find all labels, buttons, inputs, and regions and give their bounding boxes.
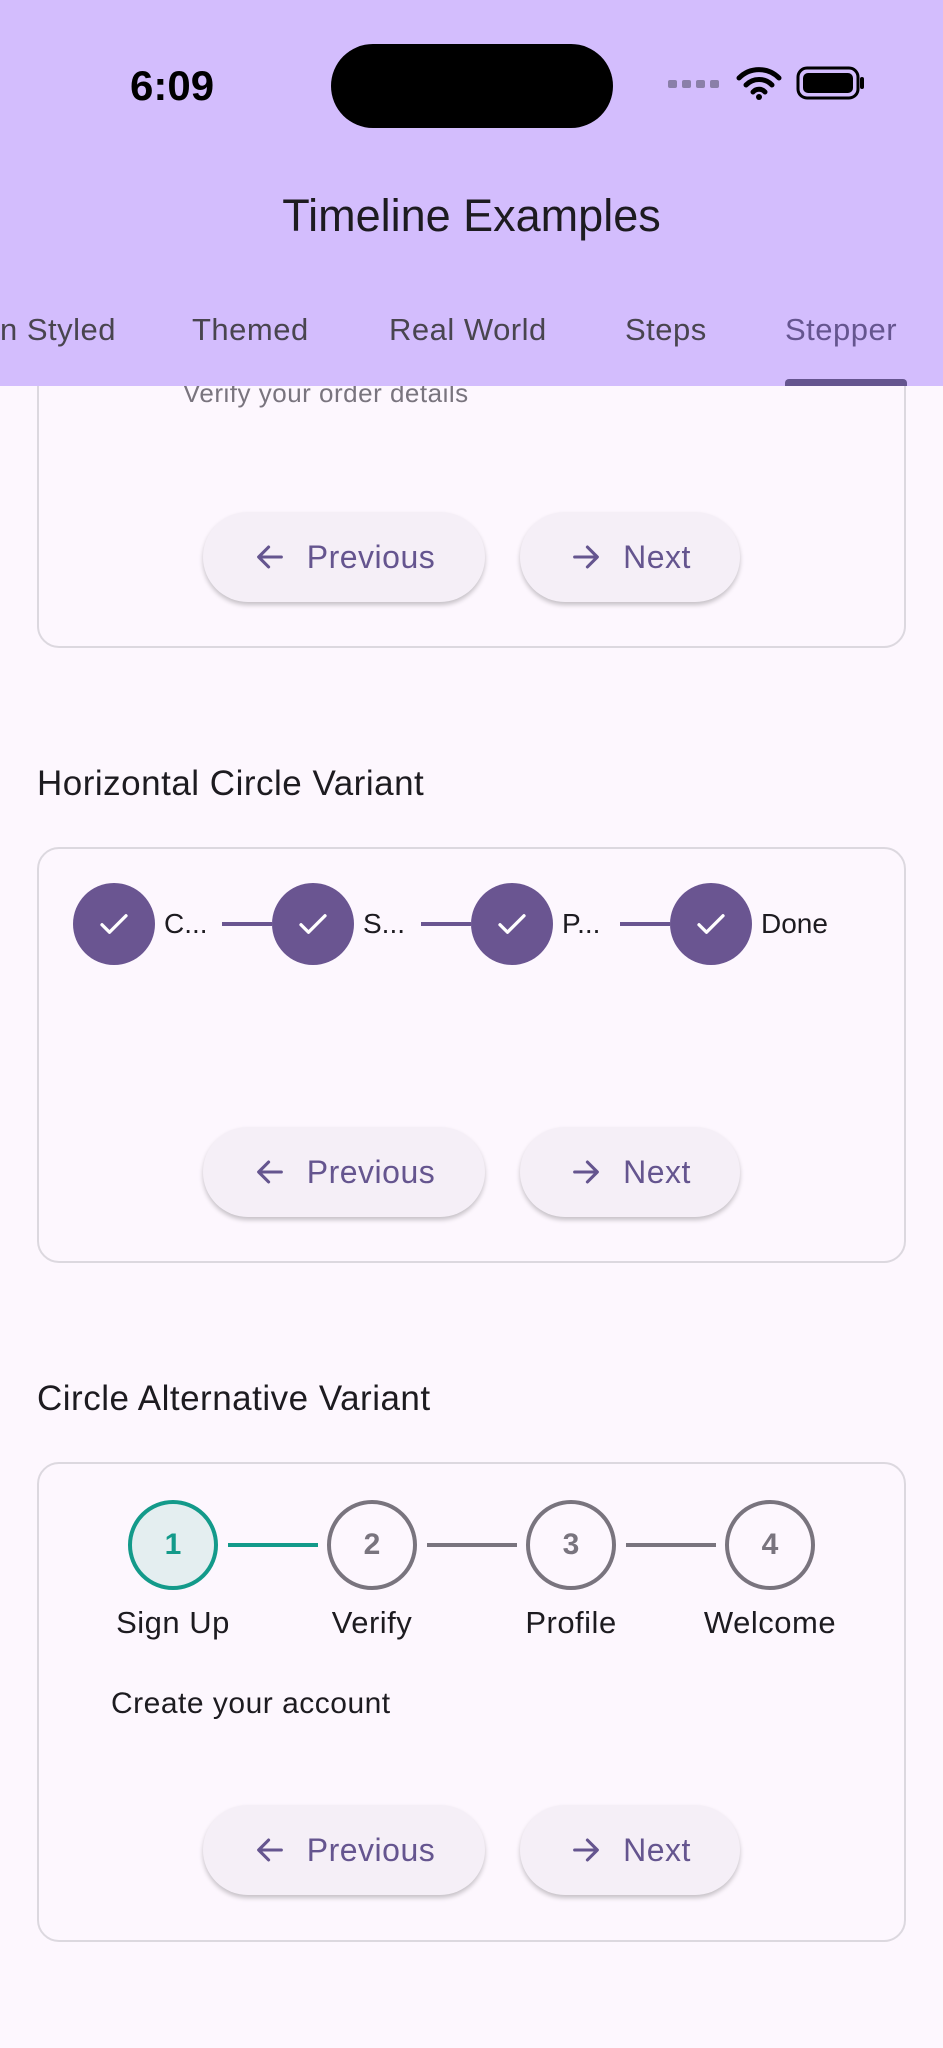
step-label-3: P... xyxy=(562,908,601,939)
battery-icon xyxy=(796,66,864,100)
step-circle-3[interactable] xyxy=(471,883,553,965)
step-label-3: Profile xyxy=(525,1605,617,1640)
section-title-horizontal-circle: Horizontal Circle Variant xyxy=(37,764,425,803)
status-time: 6:09 xyxy=(130,62,215,109)
tab-steps[interactable]: Steps xyxy=(625,312,707,348)
step-circle-3[interactable]: 3 xyxy=(526,1500,616,1590)
check-icon xyxy=(100,914,128,934)
check-icon xyxy=(299,914,327,934)
step-connector-1 xyxy=(222,922,272,926)
step-label-4: Welcome xyxy=(703,1605,837,1640)
wifi-icon xyxy=(736,67,782,100)
arrow-right-icon xyxy=(573,1160,599,1184)
next-button-label: Next xyxy=(623,1831,691,1868)
step-connector-2 xyxy=(427,1543,517,1547)
status-icons xyxy=(668,66,866,100)
step-label-2: S... xyxy=(363,908,406,939)
step-circle-2[interactable]: 2 xyxy=(327,1500,417,1590)
step-circle-2[interactable] xyxy=(272,883,354,965)
arrow-right-icon xyxy=(573,1838,599,1862)
page-title: Timeline Examples xyxy=(282,190,661,241)
step-label-1: C... xyxy=(164,908,208,939)
signal-icon xyxy=(668,80,719,88)
arrow-left-icon xyxy=(256,1160,283,1184)
tab-indicator xyxy=(785,379,907,386)
previous-button-label: Previous xyxy=(306,1831,436,1868)
previous-button[interactable]: Previous xyxy=(203,1127,485,1217)
step-label-2: Verify xyxy=(331,1605,413,1640)
step-circle-4[interactable] xyxy=(670,883,752,965)
previous-button-label: Previous xyxy=(306,1153,436,1190)
check-icon xyxy=(697,914,725,934)
arrow-right-icon xyxy=(573,545,599,569)
next-button[interactable]: Next xyxy=(520,512,740,602)
tab-stepper[interactable]: Stepper xyxy=(785,312,897,348)
arrow-left-icon xyxy=(256,1838,283,1862)
step-circle-4[interactable]: 4 xyxy=(725,1500,815,1590)
step-number: 3 xyxy=(562,1528,580,1561)
previous-button[interactable]: Previous xyxy=(203,512,485,602)
step-label-4: Done xyxy=(761,908,828,939)
next-button-label: Next xyxy=(623,538,691,575)
section-title-circle-alternative: Circle Alternative Variant xyxy=(37,1379,431,1418)
step-circle-1[interactable] xyxy=(73,883,155,965)
app-bar: 6:09 Timeline Examples n Styled Themed R… xyxy=(0,0,943,386)
step-circle-1[interactable]: 1 xyxy=(128,1500,218,1590)
next-button-label: Next xyxy=(623,1153,691,1190)
step-number: 2 xyxy=(363,1528,381,1561)
tab-real-world[interactable]: Real World xyxy=(389,312,547,348)
next-button[interactable]: Next xyxy=(520,1805,740,1895)
next-button[interactable]: Next xyxy=(520,1127,740,1217)
tab-themed[interactable]: Themed xyxy=(192,312,309,348)
arrow-left-icon xyxy=(256,545,283,569)
step-number: 1 xyxy=(164,1528,182,1561)
step-number: 4 xyxy=(761,1528,779,1561)
step-description: Create your account xyxy=(111,1687,391,1720)
check-icon xyxy=(498,914,526,934)
step-connector-3 xyxy=(626,1543,716,1547)
tab-styled[interactable]: n Styled xyxy=(0,312,116,348)
dynamic-island xyxy=(331,44,613,128)
step-label-1: Sign Up xyxy=(116,1605,230,1640)
previous-button[interactable]: Previous xyxy=(203,1805,485,1895)
previous-button-label: Previous xyxy=(306,538,436,575)
step-connector-3 xyxy=(620,922,670,926)
step-connector-1 xyxy=(228,1543,318,1547)
step-connector-2 xyxy=(421,922,471,926)
